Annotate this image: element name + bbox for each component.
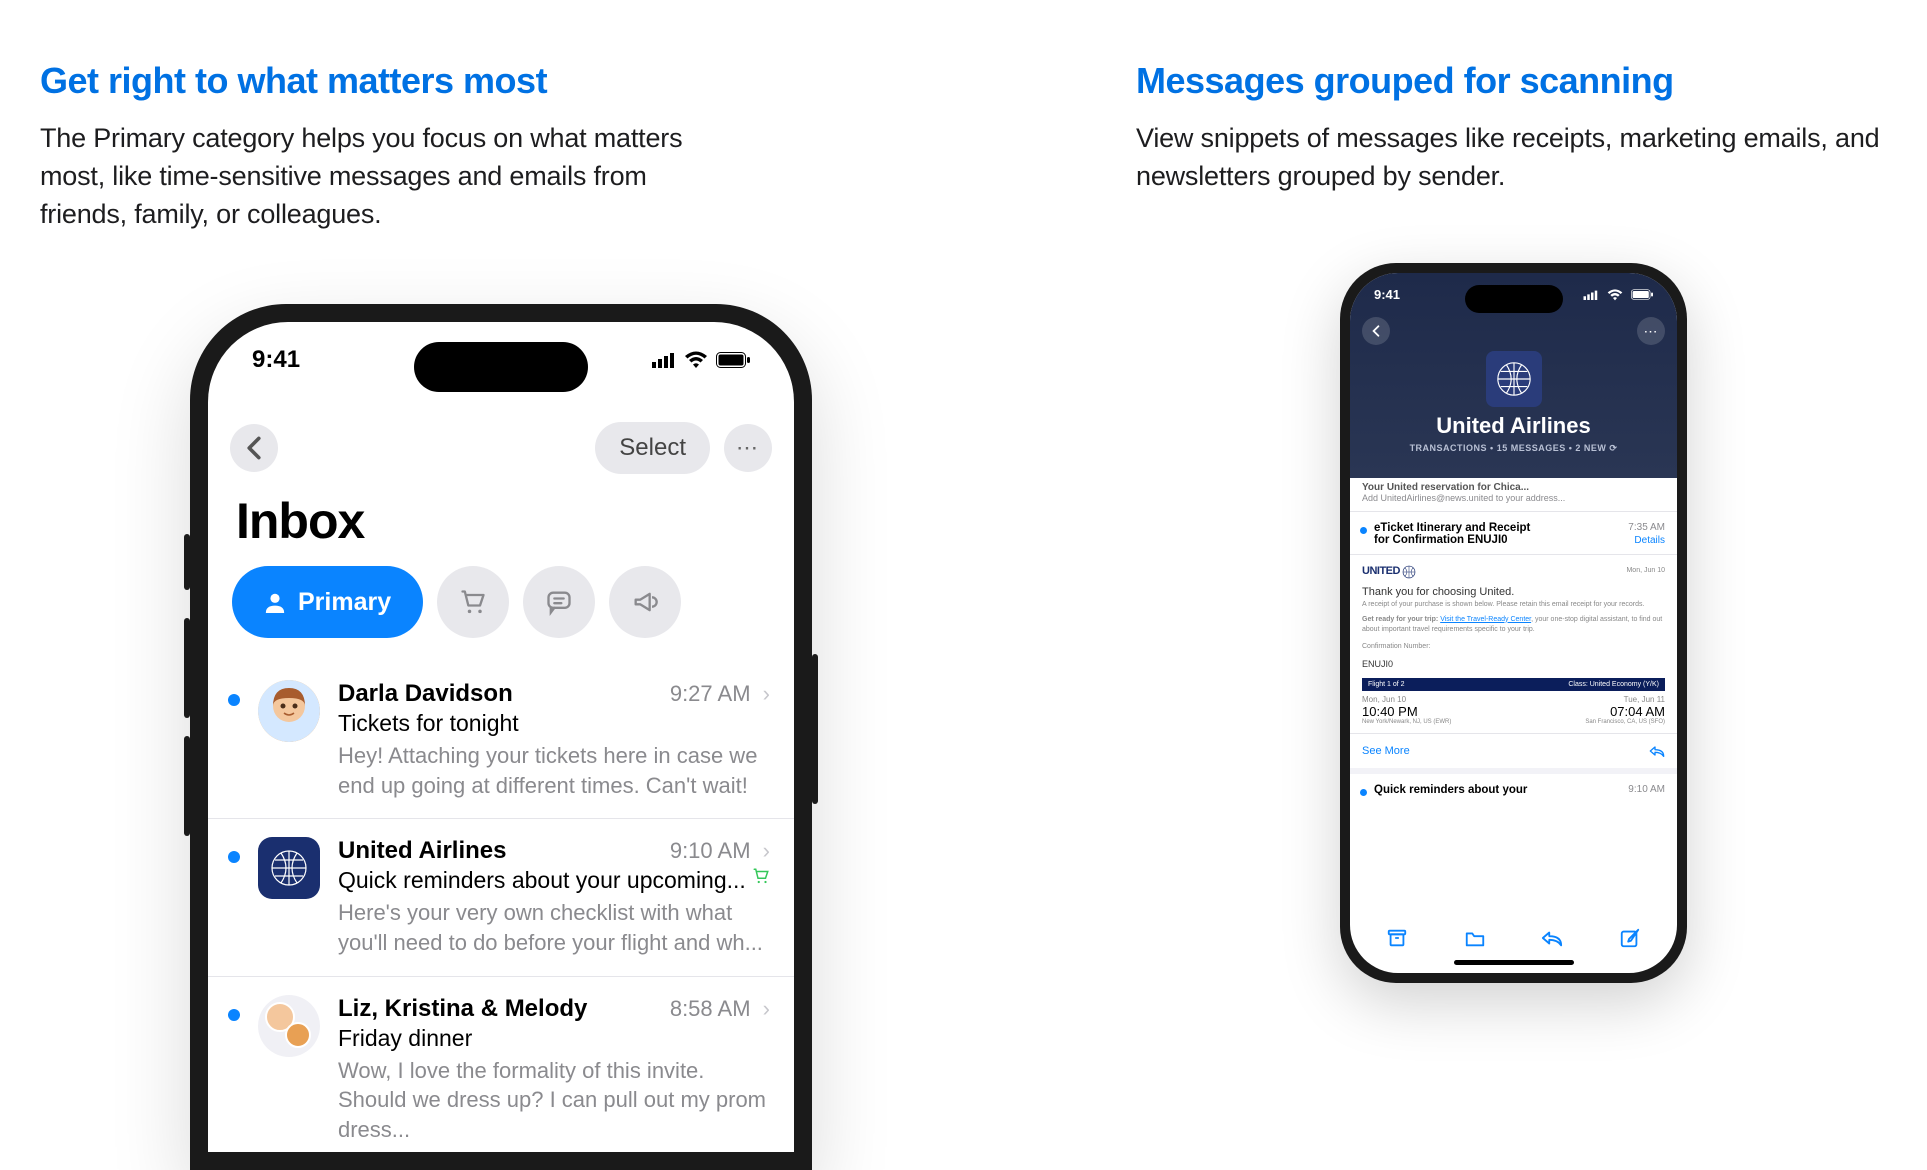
dynamic-island (414, 342, 588, 392)
phone-sender-digest: 9:41 ⋯ United Airlines (1340, 263, 1687, 983)
back-button[interactable] (230, 424, 278, 472)
bottom-toolbar (1350, 915, 1677, 961)
cellular-icon (1583, 290, 1599, 300)
email-row[interactable]: Liz, Kristina & Melody 8:58 AM › Friday di… (208, 977, 794, 1152)
wifi-icon (684, 351, 708, 369)
headline-left: Get right to what matters most (40, 60, 697, 102)
dynamic-island (1465, 285, 1563, 313)
sender-title: United Airlines (1350, 413, 1677, 439)
reply-icon[interactable] (1649, 744, 1665, 758)
united-globe-icon (1495, 360, 1533, 398)
tab-primary[interactable]: Primary (232, 566, 423, 638)
unread-dot-icon (228, 694, 240, 706)
battery-icon (1631, 289, 1653, 300)
sender-avatar (258, 680, 320, 742)
battery-icon (716, 352, 750, 368)
email-subject: Quick reminders about your upcoming... (338, 867, 746, 894)
cart-icon (459, 588, 487, 616)
back-button[interactable] (1362, 317, 1390, 345)
tab-promotions[interactable] (609, 566, 681, 638)
email-row[interactable]: Darla Davidson 9:27 AM › Tickets for tonig… (208, 662, 794, 819)
email-subject: Friday dinner (338, 1025, 472, 1052)
email-row[interactable]: United Airlines 9:10 AM › Quick reminders … (208, 819, 794, 976)
category-tabs: Primary (232, 566, 770, 638)
email-preview: Hey! Attaching your tickets here in case… (338, 741, 770, 800)
unread-dot-icon (1360, 527, 1367, 534)
inbox-title: Inbox (236, 492, 364, 550)
email-subject: Tickets for tonight (338, 710, 519, 737)
chevron-left-icon (245, 436, 263, 460)
headline-right: Messages grouped for scanning (1136, 60, 1887, 102)
receipt-preview: UNITED Mon, Jun 10 Thank you for choosin… (1350, 555, 1677, 678)
prev-message-snippet[interactable]: Your United reservation for Chica... Add… (1350, 478, 1677, 512)
email-time: 9:27 AM › (670, 681, 770, 707)
sender-name: Liz, Kristina & Melody (338, 995, 587, 1023)
phone-inbox: 9:41 Select ⋯ Inbox (190, 304, 812, 1170)
status-time: 9:41 (252, 346, 300, 374)
see-more-button[interactable]: See More (1362, 745, 1410, 757)
sender-meta: TRANSACTIONS • 15 MESSAGES • 2 NEW ⟳ (1350, 443, 1677, 454)
sender-avatar (258, 995, 320, 1057)
cellular-icon (652, 352, 676, 368)
unread-dot-icon (228, 851, 240, 863)
subhead-right: View snippets of messages like receipts,… (1136, 120, 1887, 196)
unread-dot-icon (1360, 789, 1367, 796)
status-time: 9:41 (1374, 287, 1400, 302)
message-item-eticket[interactable]: eTicket Itinerary and Receipt for Confir… (1350, 512, 1677, 555)
reply-icon[interactable] (1541, 927, 1563, 949)
select-button[interactable]: Select (595, 422, 710, 474)
more-button[interactable]: ⋯ (724, 424, 772, 472)
chevron-left-icon (1372, 325, 1380, 337)
email-time: 8:58 AM › (670, 996, 770, 1022)
home-indicator (1454, 960, 1574, 965)
sender-logo (1486, 351, 1542, 407)
flight-segment-bar: Flight 1 of 2 Class: United Economy (Y/K… (1362, 678, 1665, 691)
sender-avatar (258, 837, 320, 899)
folder-icon[interactable] (1464, 927, 1486, 949)
chevron-right-icon: › (763, 838, 770, 863)
megaphone-icon (631, 588, 659, 616)
email-list: Darla Davidson 9:27 AM › Tickets for tonig… (208, 662, 794, 1152)
email-preview: Here's your very own checklist with what… (338, 898, 770, 957)
united-wordmark: UNITED (1362, 565, 1400, 577)
compose-icon[interactable] (1619, 927, 1641, 949)
flight-times: Mon, Jun 10 10:40 PM New York/Newark, NJ… (1350, 691, 1677, 734)
message-item-reminders[interactable]: Quick reminders about your 9:10 AM (1350, 774, 1677, 804)
chevron-right-icon: › (763, 996, 770, 1021)
tab-transactions[interactable] (437, 566, 509, 638)
wifi-icon (1607, 289, 1623, 301)
chevron-right-icon: › (763, 681, 770, 706)
united-globe-icon (1402, 565, 1416, 579)
email-time: 9:10 AM › (670, 838, 770, 864)
chat-icon (545, 588, 573, 616)
cart-badge-icon (752, 867, 770, 894)
email-preview: Wow, I love the formality of this invite… (338, 1056, 770, 1145)
tab-updates[interactable] (523, 566, 595, 638)
status-indicators (652, 346, 750, 374)
sender-name: United Airlines (338, 837, 506, 865)
unread-dot-icon (228, 1009, 240, 1021)
details-link[interactable]: Details (1628, 535, 1665, 546)
sender-name: Darla Davidson (338, 680, 513, 708)
person-icon (264, 591, 286, 613)
subhead-left: The Primary category helps you focus on … (40, 120, 697, 233)
more-button[interactable]: ⋯ (1637, 317, 1665, 345)
archive-icon[interactable] (1386, 927, 1408, 949)
